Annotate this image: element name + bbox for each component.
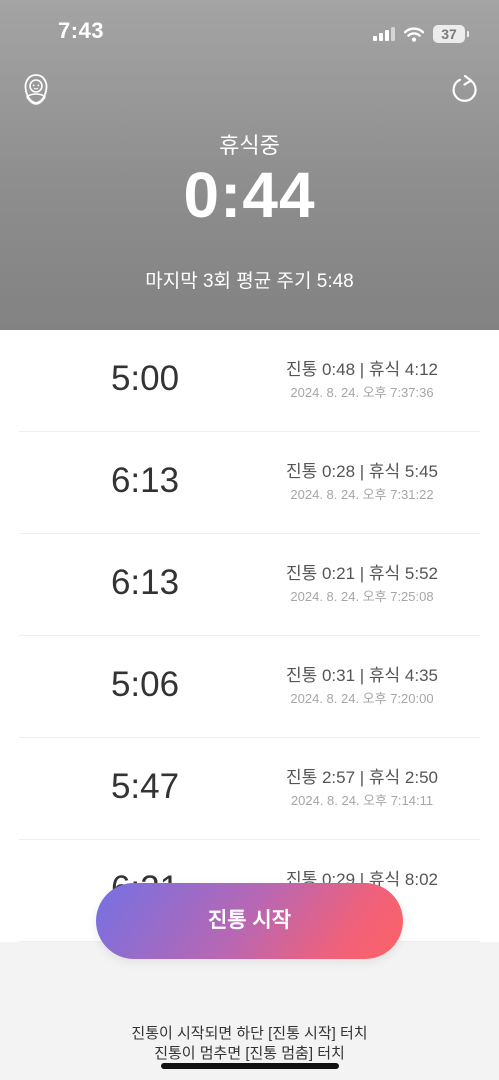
record-detail: 진통 2:57 | 휴식 2:50 2024. 8. 24. 오후 7:14:1… [209, 768, 499, 808]
record-detail: 진통 0:48 | 휴식 4:12 2024. 8. 24. 오후 7:37:3… [209, 360, 499, 400]
app-screen: 7:43 37 휴식중 0:44 마지막 3회 평균 주기 5:48 5:00 … [0, 0, 499, 1080]
reset-icon[interactable] [448, 72, 482, 106]
baby-icon[interactable] [20, 72, 52, 106]
record-row: 5:06 진통 0:31 | 휴식 4:35 2024. 8. 24. 오후 7… [19, 636, 480, 738]
record-summary: 진통 0:21 | 휴식 5:52 [285, 564, 439, 583]
home-indicator[interactable] [161, 1063, 339, 1069]
status-bar-icons: 37 [373, 22, 469, 46]
record-summary: 진통 0:28 | 휴식 5:45 [285, 462, 439, 481]
help-text-stop: 진통이 멈추면 [진통 멈춤] 터치 [154, 1045, 345, 1062]
record-timestamp: 2024. 8. 24. 오후 7:14:11 [290, 793, 434, 808]
record-detail: 진통 0:28 | 휴식 5:45 2024. 8. 24. 오후 7:31:2… [209, 462, 499, 502]
wifi-icon [404, 26, 424, 42]
header: 7:43 37 휴식중 0:44 마지막 3회 평균 주기 5:48 [0, 0, 499, 330]
record-row: 5:47 진통 2:57 | 휴식 2:50 2024. 8. 24. 오후 7… [19, 738, 480, 840]
record-summary: 진통 0:48 | 휴식 4:12 [285, 360, 439, 379]
start-contraction-button[interactable]: 진통 시작 [96, 883, 403, 959]
status-bar-time: 7:43 [58, 18, 105, 43]
record-timestamp: 2024. 8. 24. 오후 7:37:36 [290, 385, 434, 400]
record-row: 5:00 진통 0:48 | 휴식 4:12 2024. 8. 24. 오후 7… [19, 330, 480, 432]
record-row: 6:13 진통 0:28 | 휴식 5:45 2024. 8. 24. 오후 7… [19, 432, 480, 534]
record-row: 6:13 진통 0:21 | 휴식 5:52 2024. 8. 24. 오후 7… [19, 534, 480, 636]
record-timestamp: 2024. 8. 24. 오후 7:20:00 [290, 691, 434, 706]
record-timestamp: 2024. 8. 24. 오후 7:31:22 [290, 487, 434, 502]
contraction-record-list[interactable]: 5:00 진통 0:48 | 휴식 4:12 2024. 8. 24. 오후 7… [0, 330, 499, 945]
record-summary: 진통 0:31 | 휴식 4:35 [285, 666, 439, 685]
record-summary: 진통 2:57 | 휴식 2:50 [285, 768, 439, 787]
rest-status-label: 휴식중 [219, 133, 280, 158]
battery-icon: 37 [433, 25, 469, 43]
record-detail: 진통 0:31 | 휴식 4:35 2024. 8. 24. 오후 7:20:0… [209, 666, 499, 706]
record-timestamp: 2024. 8. 24. 오후 7:25:08 [290, 589, 434, 604]
record-detail: 진통 0:21 | 휴식 5:52 2024. 8. 24. 오후 7:25:0… [209, 564, 499, 604]
elapsed-timer: 0:44 [183, 159, 316, 231]
cellular-signal-icon [373, 27, 395, 41]
help-text-start: 진통이 시작되면 하단 [진통 시작] 터치 [131, 1025, 368, 1042]
average-cycle-text: 마지막 3회 평균 주기 5:48 [145, 271, 354, 292]
